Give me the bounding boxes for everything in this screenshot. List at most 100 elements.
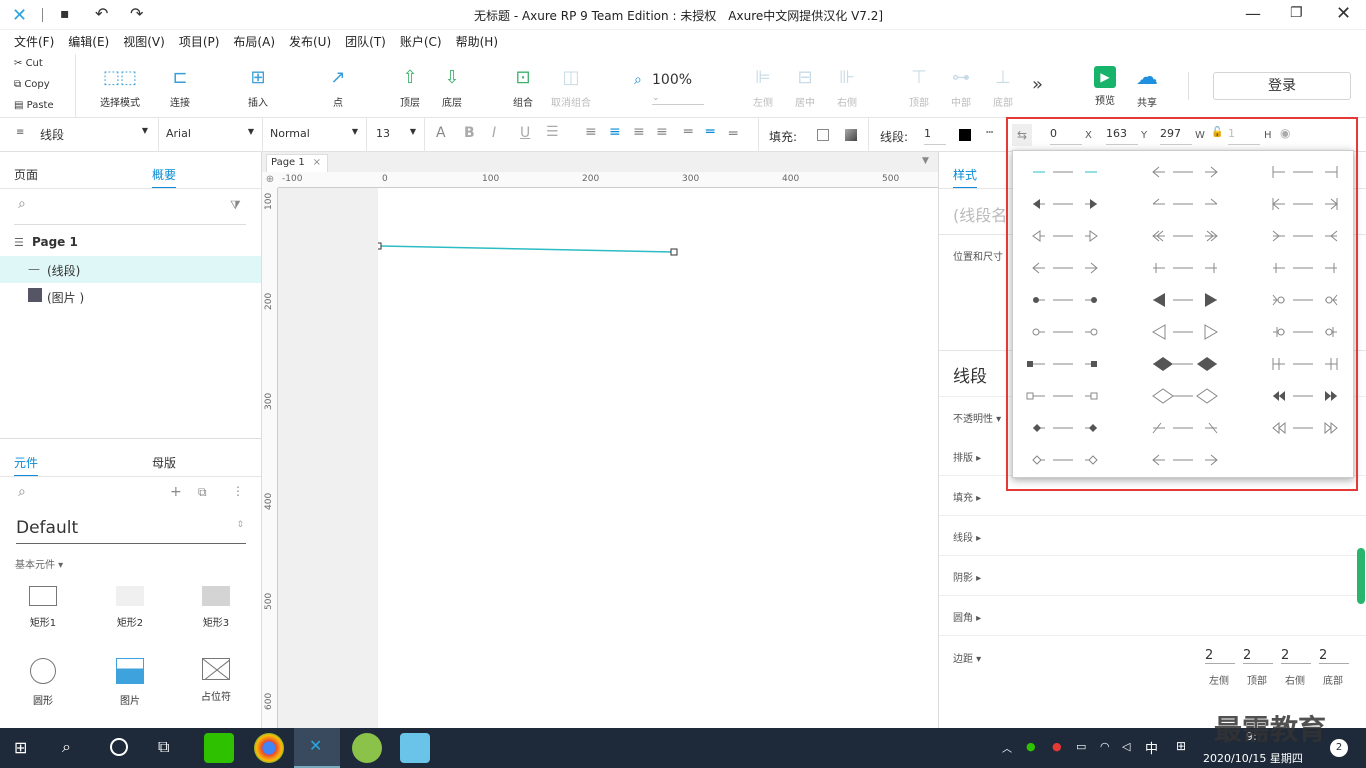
- align-text-right-icon[interactable]: ≡: [633, 124, 645, 140]
- share-button[interactable]: ☁ 共享: [1130, 66, 1164, 110]
- corner-row[interactable]: 圆角 ▸: [939, 596, 1366, 636]
- italic-icon[interactable]: I: [492, 125, 496, 141]
- ungroup-button[interactable]: ◫ 取消组合: [546, 66, 596, 109]
- tab-widgets[interactable]: 元件: [14, 454, 39, 477]
- more-vert-icon[interactable]: ⋮: [232, 484, 244, 498]
- shadow-swatch[interactable]: [845, 129, 857, 141]
- menu-item[interactable]: 布局(A): [226, 30, 282, 54]
- point-button[interactable]: ↗ 点: [318, 66, 358, 109]
- design-canvas[interactable]: [378, 188, 938, 728]
- chevron-down-icon[interactable]: ▼: [922, 156, 929, 166]
- redo-icon[interactable]: ↷: [130, 4, 143, 23]
- search-icon[interactable]: ⌕: [18, 484, 26, 500]
- login-button[interactable]: 登录: [1213, 72, 1351, 100]
- padding-right-field[interactable]: 2: [1281, 648, 1311, 664]
- opacity-label[interactable]: 不透明性 ▾: [953, 410, 1001, 425]
- menu-item[interactable]: 项目(P): [172, 30, 227, 54]
- menu-item[interactable]: 文件(F): [7, 30, 61, 54]
- align-text-left-icon[interactable]: ≡: [585, 124, 597, 140]
- tab-masters[interactable]: 母版: [152, 454, 176, 471]
- windows-start-icon[interactable]: ⊞: [14, 738, 27, 757]
- category-label[interactable]: 基本元件 ▾: [15, 556, 63, 571]
- search-icon[interactable]: ⌕: [62, 737, 71, 757]
- undo-icon[interactable]: ↶: [95, 4, 108, 23]
- scrollbar-thumb[interactable]: [1357, 548, 1365, 604]
- widget-rect2[interactable]: 矩形2: [100, 586, 160, 629]
- border-row[interactable]: 线段 ▸: [939, 516, 1366, 556]
- valign-top-icon[interactable]: ═: [684, 124, 692, 140]
- align-text-justify-icon[interactable]: ≡: [656, 124, 668, 140]
- weight-select[interactable]: Normal ▼: [270, 127, 358, 140]
- widget-rect1[interactable]: 矩形1: [13, 586, 73, 629]
- tab-style[interactable]: 样式: [953, 166, 978, 189]
- select-mode-button[interactable]: ⬚⬚ 选择模式: [90, 66, 150, 109]
- outline-item-image[interactable]: (图片 ): [0, 283, 261, 310]
- widget-rect3[interactable]: 矩形3: [186, 586, 246, 629]
- task-view-icon[interactable]: ⧉: [158, 737, 169, 757]
- align-bottom-button[interactable]: ⊥ 底部: [988, 66, 1018, 109]
- text-color-icon[interactable]: A: [436, 125, 446, 141]
- search-icon[interactable]: ⌕: [18, 196, 26, 212]
- line-handle-start[interactable]: [378, 242, 382, 250]
- element-type-select[interactable]: 线段 ▼: [40, 126, 152, 143]
- add-library-icon[interactable]: +: [170, 484, 182, 500]
- bold-icon[interactable]: B: [464, 125, 475, 141]
- menu-item[interactable]: 视图(V): [116, 30, 172, 54]
- chrome-icon[interactable]: [254, 733, 284, 763]
- font-size-select[interactable]: 13 ▼: [376, 127, 416, 140]
- wechat-icon[interactable]: [204, 733, 234, 763]
- fill-color-swatch[interactable]: [817, 129, 829, 141]
- menu-item[interactable]: 账户(C): [393, 30, 449, 54]
- ime-indicator[interactable]: 中: [1145, 738, 1158, 757]
- notification-badge[interactable]: 2: [1330, 739, 1348, 757]
- insert-button[interactable]: ⊞ 插入: [238, 66, 278, 109]
- tab-pages[interactable]: 页面: [14, 166, 38, 183]
- copy-button[interactable]: ⧉ Copy: [14, 79, 50, 90]
- clock-date[interactable]: 2020/10/15 星期四: [1203, 750, 1303, 766]
- library-select[interactable]: Default ⇕: [16, 518, 246, 544]
- shadow-row[interactable]: 阴影 ▸: [939, 556, 1366, 596]
- keyboard-icon[interactable]: ⊞: [1176, 739, 1186, 753]
- maximize-button[interactable]: ❐: [1290, 5, 1303, 21]
- bottom-layer-button[interactable]: ⇩ 底层: [432, 66, 472, 109]
- paste-button[interactable]: ▤ Paste: [14, 100, 54, 111]
- align-right-button[interactable]: ⊪ 右侧: [832, 66, 862, 109]
- line-handle-end[interactable]: [670, 248, 678, 256]
- align-left-button[interactable]: ⊫ 左侧: [748, 66, 778, 109]
- close-icon[interactable]: ×: [313, 155, 321, 171]
- line-color-swatch[interactable]: [959, 129, 971, 141]
- line-segment[interactable]: [378, 245, 675, 253]
- align-center-button[interactable]: ⊟ 居中: [790, 66, 820, 109]
- page-name[interactable]: Page 1: [32, 235, 78, 249]
- zoom-select[interactable]: 100% ⌄: [652, 72, 704, 105]
- minimize-button[interactable]: —: [1245, 4, 1261, 23]
- battery-icon[interactable]: ▭: [1076, 740, 1086, 753]
- volume-icon[interactable]: ◁: [1122, 740, 1130, 753]
- font-select[interactable]: Arial ▼: [166, 127, 254, 140]
- align-middle-button[interactable]: ⊶ 中部: [946, 66, 976, 109]
- library-stack-icon[interactable]: ⧉: [198, 485, 207, 500]
- tab-page1[interactable]: Page 1 ×: [266, 154, 328, 172]
- group-button[interactable]: ⊡ 组合: [503, 66, 543, 109]
- line-width-field[interactable]: 1: [924, 124, 946, 145]
- padding-left-field[interactable]: 2: [1205, 648, 1235, 664]
- axure-taskbar-item[interactable]: ✕: [294, 728, 340, 768]
- close-button[interactable]: ✕: [1336, 3, 1351, 24]
- valign-bottom-icon[interactable]: ═: [729, 126, 737, 142]
- bullet-list-icon[interactable]: ☰: [546, 124, 559, 140]
- outline-search-input[interactable]: [40, 198, 220, 216]
- menu-item[interactable]: 帮助(H): [449, 30, 505, 54]
- wechat-tray-icon[interactable]: ●: [1026, 740, 1036, 753]
- line-style-icon[interactable]: ┅: [986, 125, 993, 139]
- widget-placeholder[interactable]: 占位符: [186, 658, 246, 703]
- tab-outline[interactable]: 概要: [152, 166, 177, 189]
- top-layer-button[interactable]: ⇧ 顶层: [390, 66, 430, 109]
- app-icon[interactable]: [352, 733, 382, 763]
- more-button[interactable]: »: [1032, 74, 1043, 95]
- align-top-button[interactable]: ⊤ 顶部: [904, 66, 934, 109]
- save-icon[interactable]: ▪: [60, 6, 70, 22]
- outline-item-line[interactable]: — (线段): [0, 256, 261, 283]
- underline-icon[interactable]: U: [520, 125, 530, 141]
- cortana-icon[interactable]: [110, 738, 128, 756]
- filter-icon[interactable]: ⧩: [230, 198, 241, 213]
